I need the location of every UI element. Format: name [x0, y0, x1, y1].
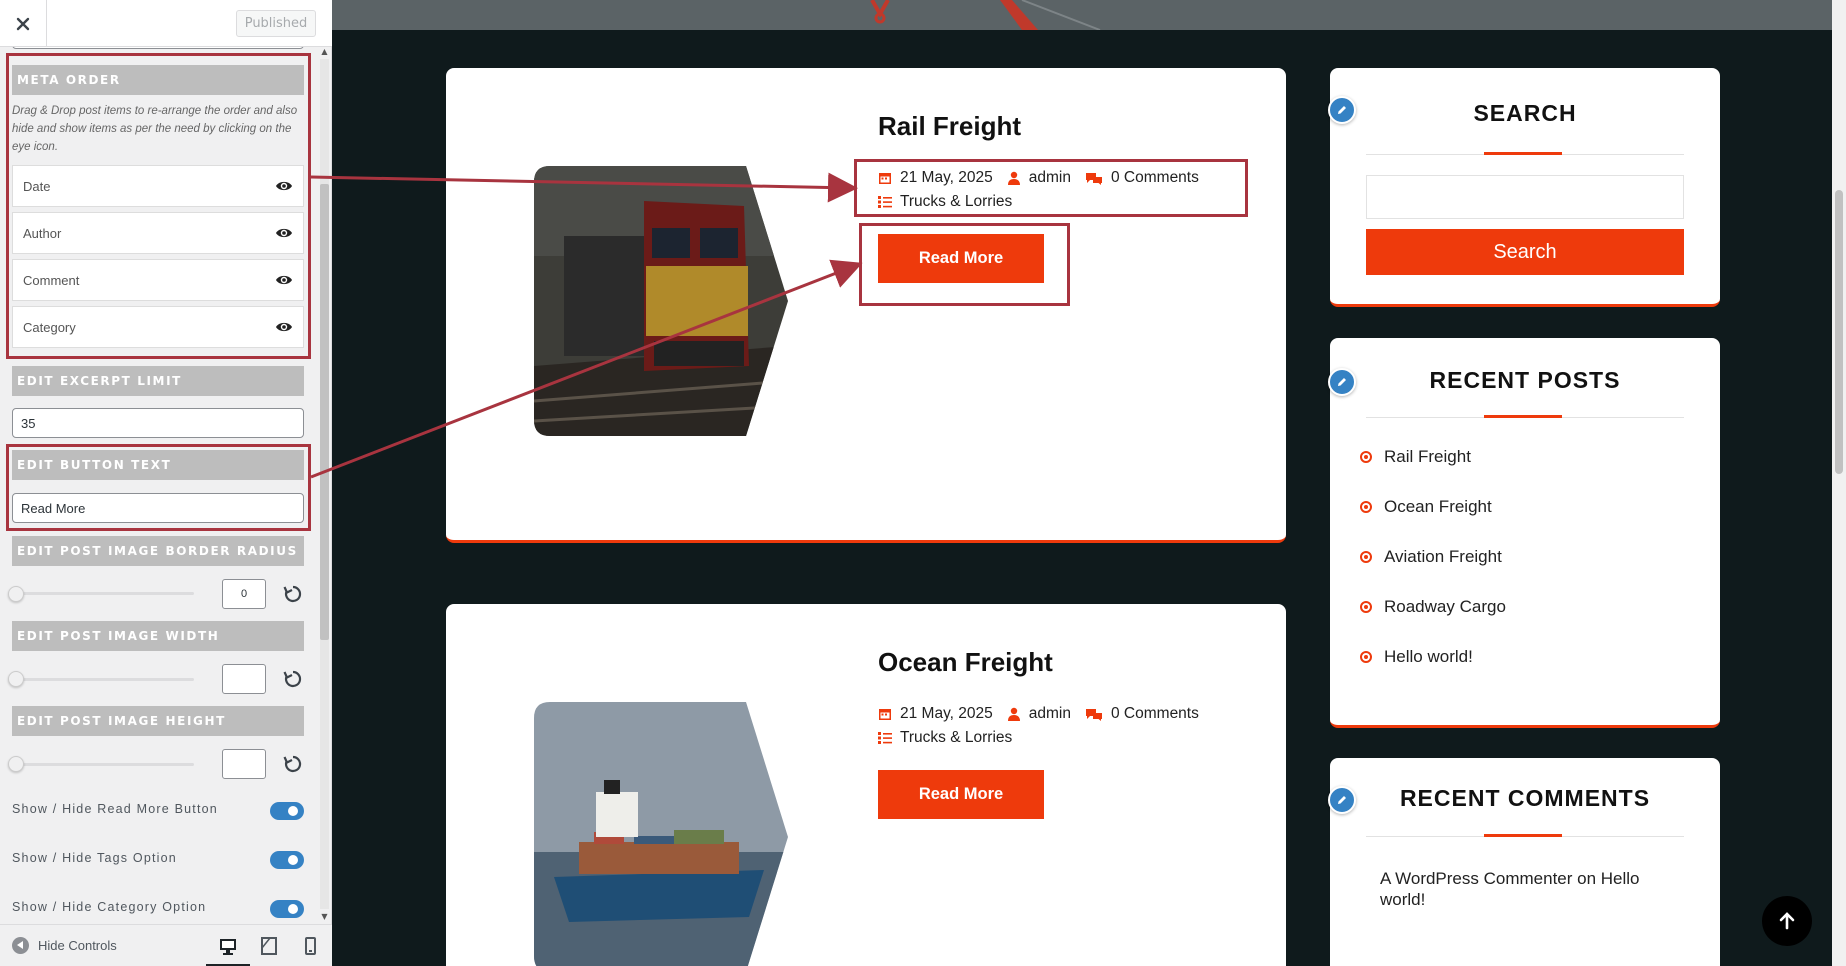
scroll-down-arrow[interactable]: ▼: [320, 912, 329, 921]
toggle-tags-label: Show / Hide Tags Option: [12, 851, 177, 865]
image-width-slider-handle[interactable]: [8, 671, 24, 687]
back-to-top-button[interactable]: [1762, 896, 1812, 946]
widget-title: SEARCH: [1473, 100, 1577, 126]
border-radius-number-input[interactable]: 0: [222, 579, 266, 609]
excerpt-limit-heading: EDIT EXCERPT LIMIT: [12, 366, 304, 396]
post-date[interactable]: 21 May, 2025: [900, 705, 993, 723]
calendar-icon: [879, 709, 891, 720]
read-more-button[interactable]: Read More: [878, 770, 1044, 819]
desktop-preview-icon[interactable]: [217, 935, 239, 957]
reset-icon[interactable]: [282, 583, 304, 605]
image-width-slider-track[interactable]: [14, 678, 194, 681]
mobile-preview-icon[interactable]: [299, 935, 321, 957]
image-height-slider-track[interactable]: [14, 763, 194, 766]
tablet-preview-icon[interactable]: [258, 935, 280, 957]
post-comments[interactable]: 0 Comments: [1111, 705, 1199, 723]
recent-post-link[interactable]: Hello world!: [1360, 647, 1473, 667]
image-width-number-input[interactable]: [222, 664, 266, 694]
post-image-train[interactable]: [534, 166, 788, 436]
close-icon: [16, 17, 30, 30]
list-icon: [878, 732, 892, 744]
comments-icon: [1086, 709, 1102, 721]
toggle-category-switch[interactable]: [270, 900, 304, 918]
post-card-ocean-freight: Ocean Freight 21 May, 2025 admin 0 Comme…: [446, 604, 1286, 966]
close-customizer-button[interactable]: [0, 0, 47, 47]
scrollbar-thumb[interactable]: [320, 184, 329, 640]
post-category[interactable]: Trucks & Lorries: [900, 729, 1012, 747]
annotation-box-post-meta: [854, 159, 1248, 217]
scroll-up-arrow[interactable]: ▲: [320, 47, 329, 56]
hero-image-strip: [332, 0, 1832, 30]
widget-title: RECENT COMMENTS: [1399, 785, 1651, 811]
recent-post-link[interactable]: Aviation Freight: [1360, 547, 1502, 567]
recent-posts-widget: RECENT POSTS Rail Freight Ocean Freight …: [1328, 338, 1720, 728]
annotation-box-button-text: [6, 444, 311, 531]
post-image-ship[interactable]: [534, 702, 788, 966]
recent-comments-widget: RECENT COMMENTS A WordPress Commenter on…: [1328, 758, 1720, 966]
hide-controls-button[interactable]: Hide Controls: [12, 937, 117, 954]
bullet-icon: [1360, 601, 1372, 613]
search-widget: SEARCH Search: [1328, 68, 1720, 307]
hide-controls-label: Hide Controls: [38, 938, 117, 953]
recent-post-title[interactable]: Rail Freight: [1384, 447, 1471, 467]
reset-icon[interactable]: [282, 753, 304, 775]
excerpt-limit-input[interactable]: 35: [12, 408, 304, 438]
search-input[interactable]: [1366, 175, 1684, 219]
image-height-slider-handle[interactable]: [8, 756, 24, 772]
border-radius-slider-track[interactable]: [14, 592, 194, 595]
published-button[interactable]: Published: [236, 10, 316, 37]
customizer-scrollbar[interactable]: ▲ ▼: [318, 47, 330, 924]
image-height-number-input[interactable]: [222, 749, 266, 779]
post-author[interactable]: admin: [1029, 705, 1071, 723]
widget-accent-line: [1484, 415, 1562, 418]
toggle-category-label: Show / Hide Category Option: [12, 900, 207, 914]
recent-post-link[interactable]: Roadway Cargo: [1360, 597, 1506, 617]
annotation-box-read-more: [859, 223, 1070, 306]
bullet-icon: [1360, 651, 1372, 663]
previous-control-field[interactable]: [12, 47, 304, 49]
recent-comment-entry[interactable]: A WordPress Commenter on Hello world!: [1380, 868, 1680, 910]
search-button[interactable]: Search: [1366, 229, 1684, 275]
bullet-icon: [1360, 551, 1372, 563]
collapse-icon: [12, 937, 29, 954]
toggle-read-more-label: Show / Hide Read More Button: [12, 802, 218, 816]
post-title[interactable]: Rail Freight: [878, 111, 1021, 142]
bullet-icon: [1360, 451, 1372, 463]
reset-icon[interactable]: [282, 668, 304, 690]
arrow-up-icon: [1779, 912, 1795, 930]
widget-accent-line: [1484, 152, 1562, 155]
user-icon: [1007, 707, 1020, 721]
recent-post-link[interactable]: Rail Freight: [1360, 447, 1471, 467]
recent-post-link[interactable]: Ocean Freight: [1360, 497, 1492, 517]
image-width-heading: EDIT POST IMAGE WIDTH: [12, 621, 304, 651]
post-meta-row: 21 May, 2025 admin 0 Comments: [878, 705, 1199, 723]
border-radius-slider-handle[interactable]: [8, 586, 24, 602]
image-height-heading: EDIT POST IMAGE HEIGHT: [12, 706, 304, 736]
bullet-icon: [1360, 501, 1372, 513]
hero-image: [332, 0, 1832, 30]
toggle-tags-switch[interactable]: [270, 851, 304, 869]
post-title[interactable]: Ocean Freight: [878, 647, 1053, 678]
widget-accent-line: [1484, 834, 1562, 837]
site-preview: Rail Freight 21 May, 2025 admin 0 Commen…: [332, 0, 1832, 966]
page-scrollbar[interactable]: [1832, 0, 1846, 966]
toggle-read-more-switch[interactable]: [270, 802, 304, 820]
post-category-row: Trucks & Lorries: [878, 729, 1012, 747]
customizer-header: Published: [0, 0, 332, 47]
customizer-footer: Hide Controls: [0, 924, 332, 966]
recent-post-title[interactable]: Hello world!: [1384, 647, 1473, 667]
recent-post-title[interactable]: Ocean Freight: [1384, 497, 1492, 517]
recent-post-title[interactable]: Roadway Cargo: [1384, 597, 1506, 617]
recent-post-title[interactable]: Aviation Freight: [1384, 547, 1502, 567]
widget-title: RECENT POSTS: [1429, 367, 1621, 393]
annotation-box-meta-order: [6, 53, 311, 359]
page-scrollbar-thumb[interactable]: [1835, 190, 1843, 474]
border-radius-heading: EDIT POST IMAGE BORDER RADIUS: [12, 536, 304, 566]
